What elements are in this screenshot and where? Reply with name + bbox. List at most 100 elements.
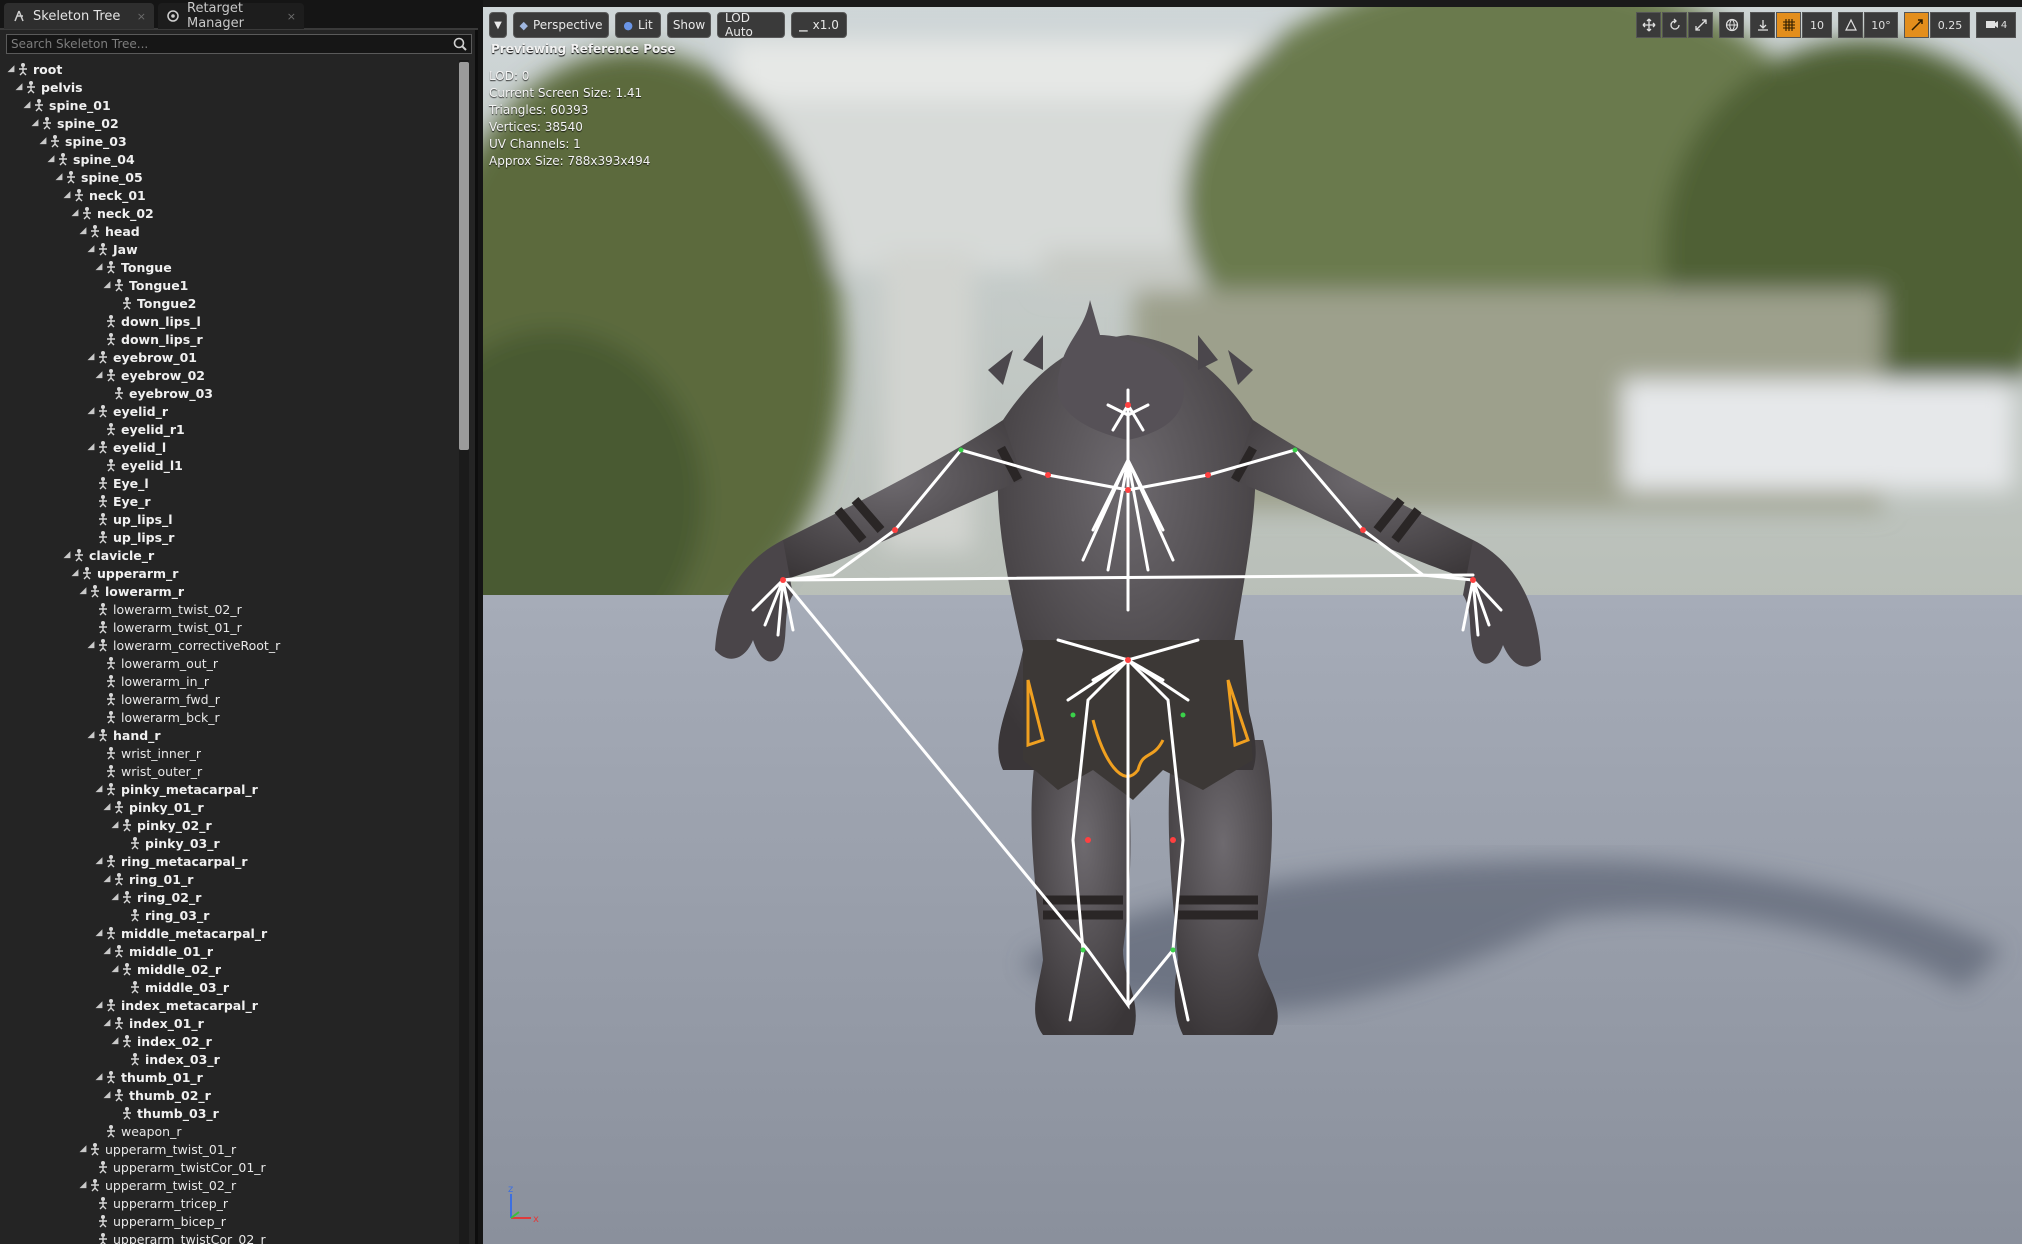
- tree-row[interactable]: lowerarm_twist_01_r: [86, 618, 242, 636]
- expand-arrow-icon[interactable]: ◢: [102, 870, 112, 888]
- expand-arrow-icon[interactable]: ◢: [110, 816, 120, 834]
- tree-row[interactable]: ◢ upperarm_r: [70, 564, 179, 582]
- expand-arrow-icon[interactable]: ◢: [70, 204, 80, 222]
- tree-row[interactable]: ◢ clavicle_r: [62, 546, 155, 564]
- lod-button[interactable]: LOD Auto: [717, 11, 785, 39]
- tree-row[interactable]: ◢ eyelid_r: [86, 402, 169, 420]
- expand-arrow-icon[interactable]: ◢: [94, 1068, 104, 1086]
- tree-row[interactable]: ◢ upperarm_twist_01_r: [78, 1140, 237, 1158]
- expand-arrow-icon[interactable]: ◢: [110, 888, 120, 906]
- tree-row[interactable]: ◢ lowerarm_r: [78, 582, 185, 600]
- expand-arrow-icon[interactable]: ◢: [94, 924, 104, 942]
- tree-row[interactable]: ◢ spine_03: [38, 132, 127, 150]
- tree-row[interactable]: wrist_inner_r: [94, 744, 201, 762]
- rotate-icon[interactable]: [1662, 12, 1687, 38]
- expand-arrow-icon[interactable]: ◢: [94, 996, 104, 1014]
- expand-arrow-icon[interactable]: ◢: [86, 726, 96, 744]
- expand-arrow-icon[interactable]: ◢: [78, 1140, 88, 1158]
- expand-arrow-icon[interactable]: ◢: [86, 438, 96, 456]
- close-icon[interactable]: ×: [277, 10, 296, 23]
- tree-row[interactable]: ◢ Jaw: [86, 240, 138, 258]
- expand-arrow-icon[interactable]: ◢: [46, 150, 56, 168]
- expand-arrow-icon[interactable]: ◢: [62, 186, 72, 204]
- translate-icon[interactable]: [1636, 12, 1661, 38]
- camera-speed-button[interactable]: 4: [1976, 12, 2016, 38]
- expand-arrow-icon[interactable]: ◢: [54, 168, 64, 186]
- tree-row[interactable]: ◢ ring_01_r: [102, 870, 194, 888]
- tree-row[interactable]: upperarm_twistCor_02_r: [86, 1230, 266, 1244]
- expand-arrow-icon[interactable]: ◢: [110, 960, 120, 978]
- expand-arrow-icon[interactable]: ◢: [102, 798, 112, 816]
- tree-row[interactable]: ◢ hand_r: [86, 726, 161, 744]
- tree-row[interactable]: eyebrow_03: [102, 384, 213, 402]
- tree-row[interactable]: down_lips_l: [94, 312, 201, 330]
- tree-row[interactable]: ◢ spine_04: [46, 150, 135, 168]
- tree-row[interactable]: down_lips_r: [94, 330, 203, 348]
- tree-row[interactable]: ◢ pinky_metacarpal_r: [94, 780, 258, 798]
- expand-arrow-icon[interactable]: ◢: [78, 222, 88, 240]
- tree-row[interactable]: eyelid_r1: [94, 420, 185, 438]
- tree-row[interactable]: ◢ thumb_02_r: [102, 1086, 211, 1104]
- tree-row[interactable]: wrist_outer_r: [94, 762, 202, 780]
- tree-row[interactable]: Tongue2: [110, 294, 196, 312]
- expand-arrow-icon[interactable]: ◢: [70, 564, 80, 582]
- scale-icon[interactable]: [1688, 12, 1713, 38]
- tree-row[interactable]: lowerarm_twist_02_r: [86, 600, 242, 618]
- surface-snap-icon[interactable]: [1750, 12, 1775, 38]
- world-icon[interactable]: [1719, 12, 1744, 38]
- expand-arrow-icon[interactable]: ◢: [78, 582, 88, 600]
- tree-row[interactable]: ◢ neck_02: [70, 204, 154, 222]
- tree-row[interactable]: Eye_l: [86, 474, 149, 492]
- expand-arrow-icon[interactable]: ◢: [22, 96, 32, 114]
- expand-arrow-icon[interactable]: ◢: [86, 240, 96, 258]
- tree-row[interactable]: ◢ Tongue1: [102, 276, 189, 294]
- tree-row[interactable]: ◢ middle_01_r: [102, 942, 214, 960]
- tree-row[interactable]: ◢ middle_metacarpal_r: [94, 924, 268, 942]
- tree-row[interactable]: ◢ spine_05: [54, 168, 143, 186]
- tree-row[interactable]: ◢ eyebrow_02: [94, 366, 205, 384]
- playback-speed-button[interactable]: ▁ x1.0: [791, 12, 847, 38]
- tree-row[interactable]: thumb_03_r: [110, 1104, 219, 1122]
- tree-row[interactable]: lowerarm_fwd_r: [94, 690, 220, 708]
- angle-icon[interactable]: [1838, 12, 1863, 38]
- tree-row[interactable]: ◢ spine_01: [22, 96, 111, 114]
- viewport[interactable]: ▼ ◆ Perspective ● Lit Show LOD Auto ▁ x1…: [483, 0, 2022, 1244]
- tree-row[interactable]: upperarm_twistCor_01_r: [86, 1158, 266, 1176]
- tree-row[interactable]: ◢ index_02_r: [110, 1032, 212, 1050]
- tree-row[interactable]: index_03_r: [118, 1050, 220, 1068]
- tree-row[interactable]: ◢ eyelid_l: [86, 438, 167, 456]
- tree-row[interactable]: ◢ ring_02_r: [110, 888, 202, 906]
- tab-retarget-manager[interactable]: Retarget Manager ×: [158, 1, 304, 31]
- tree-row[interactable]: ◢ middle_02_r: [110, 960, 222, 978]
- angle-snap-value[interactable]: 10°: [1864, 12, 1898, 38]
- expand-arrow-icon[interactable]: ◢: [94, 852, 104, 870]
- perspective-button[interactable]: ◆ Perspective: [513, 12, 609, 38]
- expand-arrow-icon[interactable]: ◢: [38, 132, 48, 150]
- tree-row[interactable]: middle_03_r: [118, 978, 229, 996]
- tree-row[interactable]: ◢ index_metacarpal_r: [94, 996, 258, 1014]
- tree-row[interactable]: ◢ lowerarm_correctiveRoot_r: [86, 636, 281, 654]
- expand-arrow-icon[interactable]: ◢: [110, 1032, 120, 1050]
- tree-row[interactable]: upperarm_tricep_r: [86, 1194, 228, 1212]
- expand-arrow-icon[interactable]: ◢: [78, 1176, 88, 1194]
- tree-row[interactable]: Eye_r: [86, 492, 151, 510]
- tree-row[interactable]: weapon_r: [94, 1122, 181, 1140]
- tree-row[interactable]: upperarm_bicep_r: [86, 1212, 226, 1230]
- grid-snap-value[interactable]: 10: [1802, 12, 1832, 38]
- tree-row[interactable]: lowerarm_out_r: [94, 654, 218, 672]
- tree-row[interactable]: ◢ pinky_02_r: [110, 816, 212, 834]
- expand-arrow-icon[interactable]: ◢: [86, 636, 96, 654]
- expand-arrow-icon[interactable]: ◢: [102, 1014, 112, 1032]
- tab-skeleton-tree[interactable]: Skeleton Tree ×: [4, 3, 154, 29]
- tree-row[interactable]: lowerarm_in_r: [94, 672, 209, 690]
- tree-row[interactable]: ◢ spine_02: [30, 114, 119, 132]
- expand-arrow-icon[interactable]: ◢: [94, 780, 104, 798]
- tree-row[interactable]: ◢ index_01_r: [102, 1014, 204, 1032]
- expand-arrow-icon[interactable]: ◢: [86, 402, 96, 420]
- tree-row[interactable]: ◢ root: [6, 60, 63, 78]
- tree-row[interactable]: up_lips_l: [86, 510, 173, 528]
- expand-arrow-icon[interactable]: ◢: [14, 78, 24, 96]
- expand-arrow-icon[interactable]: ◢: [94, 258, 104, 276]
- close-icon[interactable]: ×: [127, 10, 146, 23]
- tree-row[interactable]: ◢ ring_metacarpal_r: [94, 852, 248, 870]
